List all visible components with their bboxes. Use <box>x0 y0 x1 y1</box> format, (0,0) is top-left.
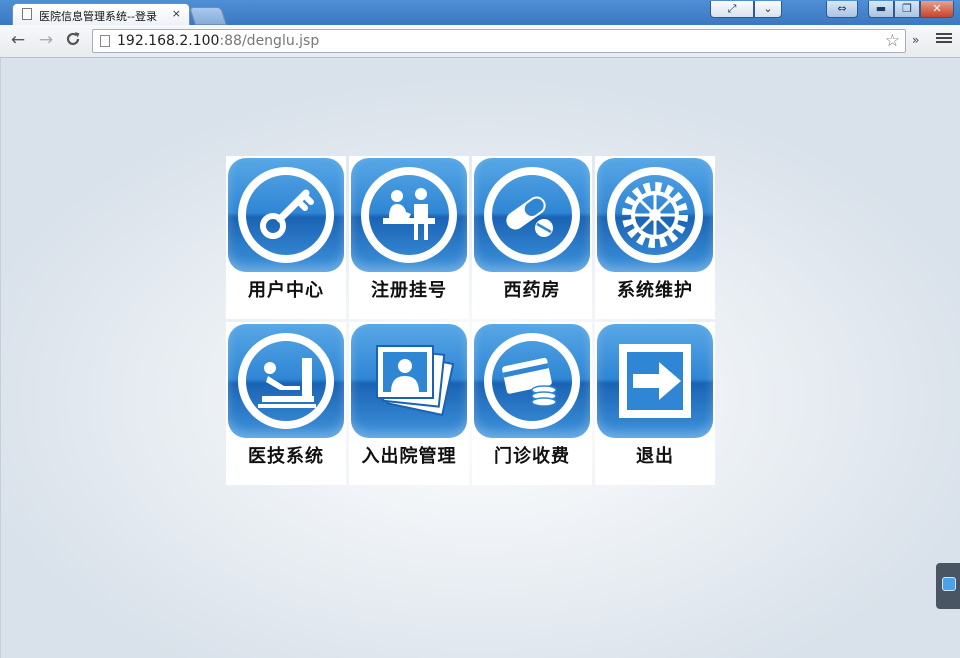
forward-button[interactable]: → <box>36 30 56 50</box>
page-icon <box>100 35 110 47</box>
tile-icon-box <box>228 324 344 438</box>
page-icon <box>22 8 32 20</box>
registration-icon <box>361 167 457 263</box>
tile-icon-box <box>474 158 590 272</box>
tile-icon-box <box>351 158 467 272</box>
page-content: 用户中心 注册挂号 西药房 系统维护 医技系统 入出院管理 门诊收费 退出 <box>0 58 960 658</box>
tile-icon-box <box>228 158 344 272</box>
tile-label: 门诊收费 <box>494 446 570 467</box>
tile-label: 退出 <box>636 446 674 467</box>
tile-system-maintenance[interactable]: 系统维护 <box>595 156 715 319</box>
address-bar[interactable]: 192.168.2.100:88/denglu.jsp ☆ <box>92 29 906 53</box>
maximize-button[interactable]: ❐ <box>894 1 920 18</box>
tab-menu-icon[interactable]: ⌄ <box>754 1 782 18</box>
chat-icon <box>942 577 956 591</box>
tile-exit[interactable]: 退出 <box>595 322 715 485</box>
tile-registration[interactable]: 注册挂号 <box>349 156 469 319</box>
minimize-button[interactable]: ▬ <box>868 1 894 18</box>
payment-card-icon <box>484 333 580 429</box>
pills-icon <box>484 167 580 263</box>
browser-menu-icon[interactable] <box>936 31 952 47</box>
tile-label: 医技系统 <box>248 446 324 467</box>
tile-pharmacy[interactable]: 西药房 <box>472 156 592 319</box>
tile-label: 注册挂号 <box>371 280 447 301</box>
tile-icon-box <box>597 158 713 272</box>
reload-button[interactable] <box>63 30 83 50</box>
bookmark-star-icon[interactable]: ☆ <box>885 31 900 51</box>
tile-outpatient-billing[interactable]: 门诊收费 <box>472 322 592 485</box>
exit-arrow-icon <box>619 344 691 418</box>
reload-icon <box>66 32 80 46</box>
browser-tab[interactable]: 医院信息管理系统--登录 × <box>12 3 190 25</box>
tile-icon-box <box>351 324 467 438</box>
new-tab-button[interactable] <box>189 7 227 25</box>
user-switch-icon[interactable]: ⇔ <box>826 1 858 18</box>
key-icon <box>238 167 334 263</box>
tile-label: 用户中心 <box>248 280 324 301</box>
tile-label: 入出院管理 <box>361 446 457 467</box>
fullscreen-icon[interactable]: ⤢ <box>710 1 754 18</box>
tile-icon-box <box>597 324 713 438</box>
browser-toolbar: ← → 192.168.2.100:88/denglu.jsp ☆ » <box>0 25 960 58</box>
tab-title: 医院信息管理系统--登录 <box>39 10 157 23</box>
tile-label: 西药房 <box>503 280 561 301</box>
url-text: 192.168.2.100:88/denglu.jsp <box>117 33 320 49</box>
browser-titlebar: 医院信息管理系统--登录 × ⤢ ⌄ ⇔ ▬ ❐ ✕ <box>0 0 960 25</box>
gear-icon <box>607 167 703 263</box>
extensions-overflow-button[interactable]: » <box>912 33 919 47</box>
back-button[interactable]: ← <box>8 30 28 50</box>
tile-user-center[interactable]: 用户中心 <box>226 156 346 319</box>
close-window-button[interactable]: ✕ <box>920 1 954 18</box>
tile-medical-tech[interactable]: 医技系统 <box>226 322 346 485</box>
tile-label: 系统维护 <box>617 280 693 301</box>
tile-admission-discharge[interactable]: 入出院管理 <box>349 322 469 485</box>
medical-tech-icon <box>238 333 334 429</box>
main-menu-grid: 用户中心 注册挂号 西药房 系统维护 医技系统 入出院管理 门诊收费 退出 <box>226 156 716 485</box>
tab-close-icon[interactable]: × <box>172 7 181 20</box>
tile-icon-box <box>474 324 590 438</box>
floating-side-widget[interactable] <box>936 563 960 609</box>
photos-icon <box>376 345 455 417</box>
